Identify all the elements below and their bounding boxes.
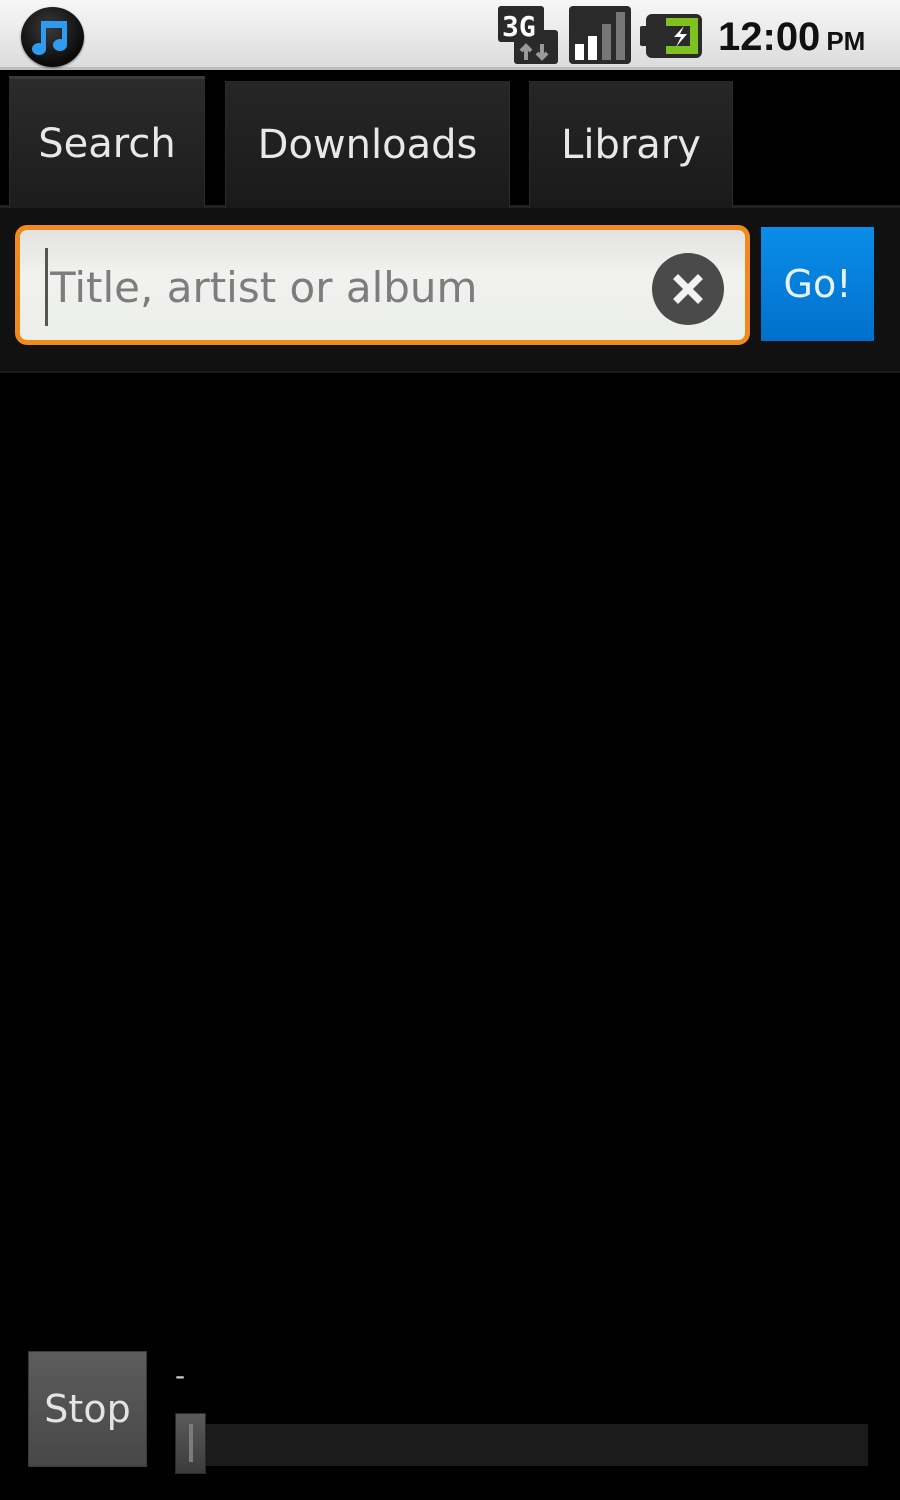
status-bar: 3G 12:00 PM bbox=[0, 0, 900, 70]
search-field bbox=[15, 225, 750, 345]
tab-search-label: Search bbox=[38, 120, 176, 167]
tab-downloads[interactable]: Downloads bbox=[225, 81, 510, 208]
stop-button[interactable]: Stop bbox=[28, 1351, 147, 1467]
results-area bbox=[0, 375, 900, 1335]
seek-bar[interactable] bbox=[205, 1424, 868, 1466]
track-label: - bbox=[175, 1359, 186, 1392]
signal-strength-icon bbox=[569, 6, 631, 64]
clock: 12:00 PM bbox=[718, 14, 865, 60]
network-type-text: 3G bbox=[502, 10, 536, 43]
tab-strip: Search Downloads Library bbox=[0, 73, 900, 208]
battery-charging-icon bbox=[640, 14, 702, 58]
seek-thumb[interactable] bbox=[175, 1413, 206, 1474]
tab-search[interactable]: Search bbox=[9, 76, 205, 208]
search-bar: Go! bbox=[0, 208, 900, 373]
clear-button[interactable] bbox=[652, 253, 724, 325]
tab-library-label: Library bbox=[561, 121, 701, 168]
tab-downloads-label: Downloads bbox=[257, 121, 478, 168]
tab-library[interactable]: Library bbox=[529, 81, 733, 208]
clear-icon bbox=[673, 274, 703, 304]
search-input[interactable] bbox=[45, 248, 645, 326]
3g-data-icon: 3G bbox=[498, 6, 558, 64]
music-note-icon bbox=[21, 7, 84, 67]
go-button[interactable]: Go! bbox=[761, 227, 874, 341]
clock-ampm: PM bbox=[826, 26, 866, 56]
clock-time: 12:00 bbox=[718, 15, 821, 59]
